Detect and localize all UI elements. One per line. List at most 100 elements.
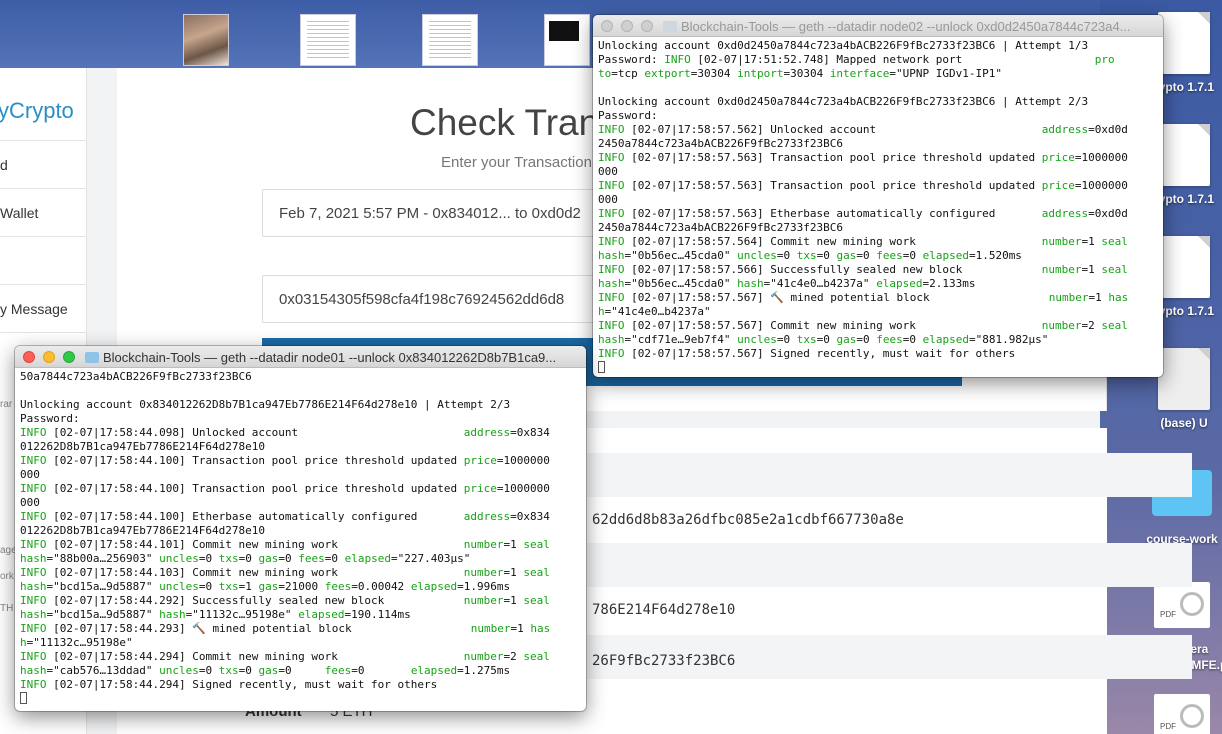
terminal-line: hash="0b56ec…45cda0" uncles=0 txs=0 gas=…: [598, 249, 1158, 263]
log-text: [02-07|17:58:44.100] Transaction pool pr…: [46, 482, 464, 495]
log-key: INFO: [598, 291, 625, 304]
terminal-line: 2450a7844c723a4bACB226F9fBc2733f23BC6: [598, 221, 1158, 235]
log-key: has: [530, 622, 551, 635]
log-key: fees: [324, 580, 352, 593]
document-icon: [1158, 348, 1210, 410]
terminal-line: hash="88b00a…256903" uncles=0 txs=0 gas=…: [20, 552, 581, 566]
terminal-prompt[interactable]: [20, 692, 581, 706]
desktop-icon-pdf[interactable]: PDF: [1142, 694, 1222, 734]
sidebar-item-message[interactable]: y Message: [0, 284, 87, 332]
log-key: elapsed: [410, 580, 458, 593]
log-key: number: [1041, 263, 1082, 276]
log-key: uncles: [159, 580, 199, 593]
close-icon[interactable]: [23, 351, 35, 363]
terminal-line: Password: INFO [02-07|17:51:52.748] Mapp…: [598, 53, 1158, 67]
pdf-icon: PDF: [1154, 582, 1210, 628]
log-key: gas: [836, 249, 857, 262]
minimize-icon[interactable]: [43, 351, 55, 363]
log-key: uncles: [737, 333, 777, 346]
zoom-icon[interactable]: [63, 351, 75, 363]
log-key: seal: [1101, 319, 1128, 332]
log-text: =0: [816, 333, 837, 346]
log-text: =0: [351, 664, 411, 677]
terminal-line: INFO [02-07|17:58:57.563] Transaction po…: [598, 151, 1158, 165]
terminal-titlebar[interactable]: Blockchain-Tools — geth --datadir node01…: [15, 346, 586, 368]
log-text: 000: [598, 165, 618, 178]
log-key: uncles: [159, 552, 199, 565]
stack-thumbnail-document[interactable]: [422, 14, 478, 66]
log-key: number: [463, 538, 504, 551]
log-key: price: [1041, 151, 1075, 164]
log-text: =0: [238, 552, 259, 565]
log-text: =1: [238, 580, 259, 593]
log-key: elapsed: [344, 552, 391, 565]
log-text: ="bcd15a…9d5887": [46, 580, 160, 593]
stack-thumbnail-screenshot[interactable]: [544, 14, 590, 66]
minimize-icon[interactable]: [621, 20, 633, 32]
log-text: [02-07|17:58:57.567] 🔨 mined potential b…: [624, 291, 1049, 304]
zoom-icon[interactable]: [641, 20, 653, 32]
terminal-prompt[interactable]: [598, 361, 1158, 375]
terminal-line: Unlocking account 0x834012262D8b7B1ca947…: [20, 398, 581, 412]
log-text: =0: [856, 249, 877, 262]
log-key: hash: [598, 249, 625, 262]
terminal-line: to=tcp extport=30304 intport=30304 inter…: [598, 67, 1158, 81]
brand-logo[interactable]: yCrypto: [0, 98, 74, 124]
log-key: INFO: [598, 123, 625, 136]
pdf-icon: PDF: [1154, 694, 1210, 734]
log-key: intport: [737, 67, 784, 80]
terminal-output[interactable]: Unlocking account 0xd0d2450a7844c723a4bA…: [593, 37, 1163, 377]
log-key: hash: [598, 277, 625, 290]
log-text: =0x834: [510, 510, 550, 523]
terminal-line: INFO [02-07|17:58:44.294] Signed recentl…: [20, 678, 581, 692]
sidebar-item[interactable]: d: [0, 140, 87, 188]
log-key: INFO: [598, 263, 625, 276]
terminal-titlebar[interactable]: Blockchain-Tools — geth --datadir node02…: [593, 15, 1163, 37]
log-text: =1.520ms: [968, 249, 1022, 262]
log-text: =0.00042: [351, 580, 411, 593]
stack-thumbnail-document[interactable]: [300, 14, 356, 66]
terminal-line: hash="cdf71e…9eb7f4" uncles=0 txs=0 gas=…: [598, 333, 1158, 347]
terminal-line: 000: [20, 468, 581, 482]
stack-thumbnail-photo[interactable]: [183, 14, 229, 66]
terminal-line: INFO [02-07|17:58:57.567] 🔨 mined potent…: [598, 291, 1158, 305]
log-key: hash: [20, 664, 47, 677]
log-text: =1: [503, 538, 524, 551]
log-key: txs: [218, 664, 239, 677]
document-icon: [1158, 12, 1210, 74]
log-text: =0: [198, 664, 219, 677]
log-text: ="UPNP IGDv1-IP1": [889, 67, 1003, 80]
log-text: =1000000: [496, 454, 550, 467]
log-text: 000: [598, 193, 618, 206]
sidebar-item-wallet[interactable]: Wallet: [0, 188, 87, 236]
log-key: hash: [20, 608, 47, 621]
log-text: ="cdf71e…9eb7f4": [624, 333, 738, 346]
log-key: INFO: [20, 454, 47, 467]
sidebar-item[interactable]: [0, 236, 87, 284]
close-icon[interactable]: [601, 20, 613, 32]
terminal-window-node01[interactable]: Blockchain-Tools — geth --datadir node01…: [15, 346, 586, 711]
log-key: extport: [644, 67, 691, 80]
log-text: [02-07|17:58:44.100] Etherbase automatic…: [46, 510, 464, 523]
log-key: seal: [1101, 235, 1128, 248]
log-key: fees: [324, 664, 352, 677]
log-key: has: [1108, 291, 1129, 304]
sidebar-fragment: TH: [0, 603, 14, 614]
log-key: seal: [523, 538, 550, 551]
log-text: =1.996ms: [457, 580, 511, 593]
terminal-line: 012262D8b7B1ca947Eb7786E214F64d278e10: [20, 440, 581, 454]
log-key: uncles: [159, 664, 199, 677]
log-key: seal: [523, 566, 550, 579]
terminal-line: hash="cab576…13ddad" uncles=0 txs=0 gas=…: [20, 664, 581, 678]
log-text: [02-07|17:58:44.293] 🔨 mined potential b…: [46, 622, 471, 635]
log-key: hash: [20, 552, 47, 565]
terminal-window-node02[interactable]: Blockchain-Tools — geth --datadir node02…: [593, 15, 1163, 377]
log-text: =21000: [278, 580, 325, 593]
terminal-line: Unlocking account 0xd0d2450a7844c723a4bA…: [598, 95, 1158, 109]
log-key: seal: [523, 594, 550, 607]
log-key: price: [463, 454, 497, 467]
terminal-output[interactable]: 50a7844c723a4bACB226F9fBc2733f23BC6 Unloc…: [15, 368, 586, 708]
log-key: INFO: [20, 426, 47, 439]
log-text: =0: [198, 552, 219, 565]
